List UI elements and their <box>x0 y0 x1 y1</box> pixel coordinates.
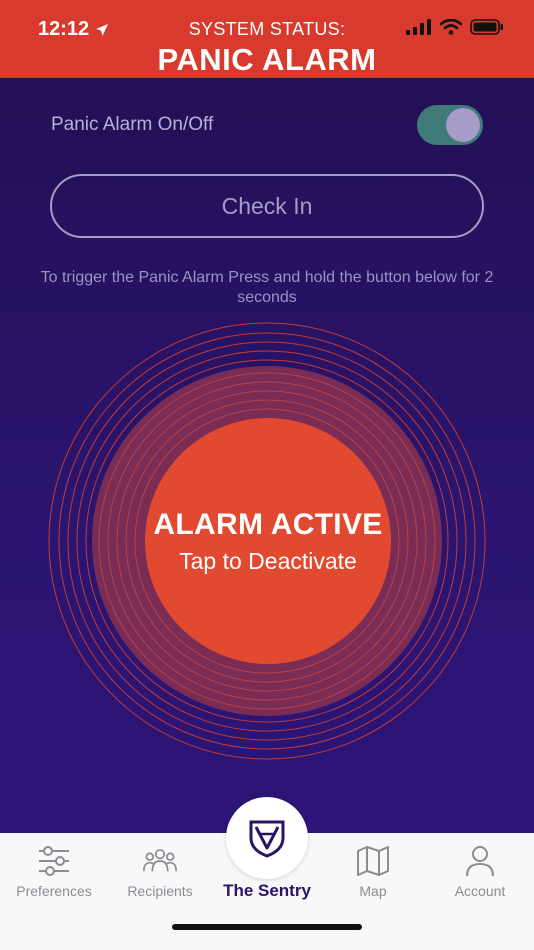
tab-label: Preferences <box>16 883 92 899</box>
people-icon <box>143 849 177 872</box>
alarm-status-text: ALARM ACTIVE <box>153 507 383 541</box>
tab-label: Recipients <box>127 883 193 899</box>
tab-the-sentry[interactable] <box>226 797 308 879</box>
alarm-subtitle: Tap to Deactivate <box>179 547 357 574</box>
panic-instructions: To trigger the Panic Alarm Press and hol… <box>40 269 494 306</box>
bottom-tab-bar: Preferences Recipients The Sentry Map Ac… <box>0 797 534 950</box>
sliders-icon <box>39 846 69 876</box>
alarm-deactivate-button[interactable]: ALARM ACTIVE Tap to Deactivate <box>145 418 391 664</box>
toggle-knob <box>446 108 480 142</box>
status-icons <box>406 19 504 35</box>
tab-map[interactable]: Map <box>323 845 423 899</box>
tab-account[interactable]: Account <box>430 845 530 899</box>
tab-recipients[interactable]: Recipients <box>110 845 210 899</box>
person-icon <box>466 846 494 877</box>
tab-label: Account <box>454 883 506 899</box>
battery-icon <box>470 19 503 35</box>
main-content: Panic Alarm On/Off Check In To trigger t… <box>0 78 534 833</box>
wifi-icon <box>440 19 462 35</box>
shield-icon <box>249 820 285 858</box>
tab-label-active: The Sentry <box>223 881 311 900</box>
panic-toggle-label: Panic Alarm On/Off <box>51 114 214 135</box>
panic-alarm-toggle[interactable] <box>417 105 483 145</box>
check-in-button[interactable]: Check In <box>50 174 484 238</box>
status-header: 12:12 SYSTEM STATUS: PANIC ALARM <box>0 0 534 78</box>
tab-preferences[interactable]: Preferences <box>4 845 104 899</box>
signal-icon <box>406 19 431 35</box>
tab-label: Map <box>359 883 387 899</box>
page-title: PANIC ALARM <box>157 42 377 77</box>
home-indicator <box>172 924 362 930</box>
map-icon <box>357 846 389 876</box>
